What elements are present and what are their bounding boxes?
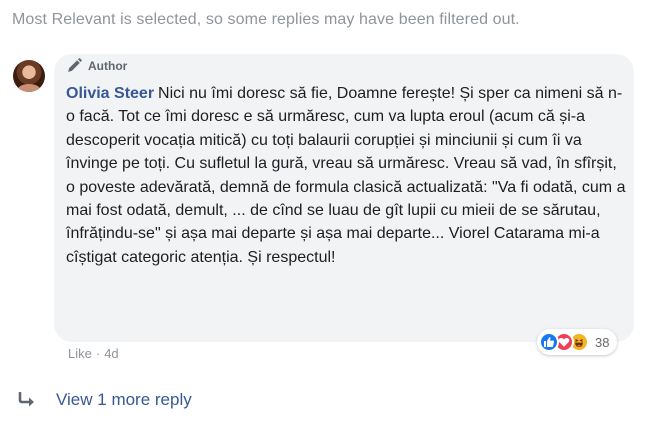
view-more-replies-link[interactable]: View 1 more reply	[18, 390, 192, 410]
filter-note: Most Relevant is selected, so some repli…	[12, 11, 520, 28]
reply-arrow-icon	[18, 392, 34, 407]
avatar[interactable]	[13, 60, 45, 92]
like-icon	[539, 332, 559, 352]
author-badge-label: Author	[88, 58, 128, 73]
reaction-count: 38	[595, 334, 610, 350]
view-more-replies-label[interactable]: View 1 more reply	[56, 390, 192, 410]
pencil-icon	[68, 58, 82, 72]
comment-timestamp[interactable]: 4d	[104, 346, 118, 361]
comment-text: Nici nu îmi doresc să fie, Doamne fereșt…	[66, 85, 626, 266]
comment-author-name[interactable]: Olivia Steer	[66, 85, 154, 102]
like-link[interactable]: Like	[68, 346, 92, 361]
author-badge: Author	[66, 57, 127, 74]
reactions-summary[interactable]: 38	[537, 329, 618, 355]
avatar-shoulders	[17, 84, 41, 92]
comment-body: Olivia Steer Nici nu îmi doresc să fie, D…	[66, 82, 626, 269]
comment-actions: Like · 4d	[68, 346, 119, 361]
meta-separator: ·	[95, 346, 101, 361]
